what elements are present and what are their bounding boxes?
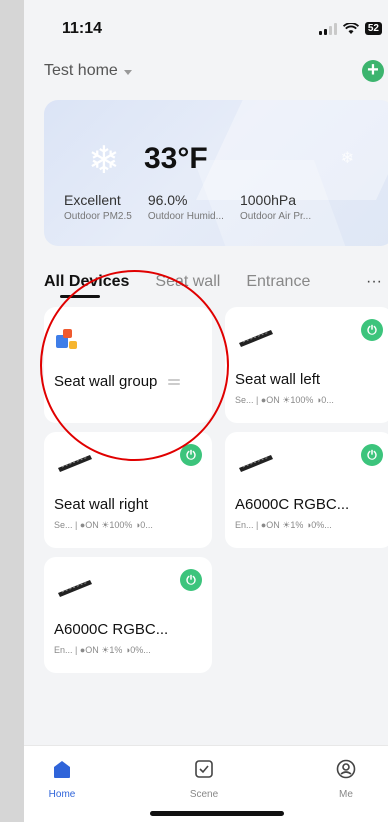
power-button[interactable]: ⏻ <box>180 444 202 466</box>
power-button[interactable]: ⏻ <box>361 444 383 466</box>
stat-pressure: 1000hPa Outdoor Air Pr... <box>239 192 312 222</box>
home-selector[interactable]: Test home <box>44 62 132 80</box>
nav-home[interactable]: Home <box>32 758 92 800</box>
stat-pm25: Excellent Outdoor PM2.5 <box>64 192 132 222</box>
power-button[interactable]: ⏻ <box>180 569 202 591</box>
device-name: Seat wall left <box>235 371 321 388</box>
home-indicator <box>150 811 284 816</box>
status-icons: 52 <box>318 22 382 35</box>
power-button[interactable]: ⏻ <box>361 319 383 341</box>
more-tabs-icon[interactable]: ··· <box>366 273 382 291</box>
device-name: A6000C RGBC... <box>235 496 350 513</box>
add-device-button[interactable]: + <box>362 60 384 82</box>
status-time: 11:14 <box>62 20 103 37</box>
device-name: A6000C RGBC... <box>54 621 169 638</box>
caret-down-icon <box>123 69 132 75</box>
checkbox-icon <box>195 760 213 778</box>
nav-me[interactable]: Me <box>316 758 376 800</box>
user-circle-icon <box>336 759 356 779</box>
annotation-circle <box>40 270 229 461</box>
plus-icon: + <box>367 59 379 81</box>
snowflake-icon: ❄ <box>340 150 354 167</box>
battery-icon: 52 <box>364 22 382 35</box>
nav-scene[interactable]: Scene <box>174 758 234 800</box>
device-status: En... | ●ON ☀1% ◑0%... <box>54 645 151 655</box>
signal-icon <box>318 22 337 35</box>
phone-screen: 11:14 52 Test home + ❄ ❄ 33°F Excellent … <box>24 0 388 822</box>
wifi-icon <box>342 22 359 34</box>
snowflake-icon: ❄ <box>88 140 120 182</box>
device-name: Seat wall right <box>54 496 149 513</box>
device-card-a6000c-2[interactable]: ⏻ A6000C RGBC... En... | ●ON ☀1% ◑0%... <box>44 557 212 673</box>
weather-stats: Excellent Outdoor PM2.5 96.0% Outdoor Hu… <box>64 192 311 222</box>
light-bar-icon <box>58 580 92 597</box>
weather-card[interactable]: ❄ ❄ 33°F Excellent Outdoor PM2.5 96.0% O… <box>44 100 388 246</box>
tab-entrance[interactable]: Entrance <box>246 273 310 291</box>
home-icon <box>54 761 70 778</box>
status-bar: 11:14 52 <box>24 0 388 56</box>
temperature-value: 33°F <box>144 142 208 175</box>
device-card-a6000c-1[interactable]: ⏻ A6000C RGBC... En... | ●ON ☀1% ◑0%... <box>225 432 388 548</box>
device-status: En... | ●ON ☀1% ◑0%... <box>235 520 332 530</box>
light-bar-icon <box>239 330 273 347</box>
device-status: Se... | ●ON ☀100% ◑0... <box>54 520 153 530</box>
light-bar-icon <box>239 455 273 472</box>
device-status: Se... | ●ON ☀100% ◑0... <box>235 395 334 405</box>
light-bar-icon <box>58 455 92 472</box>
device-card-seat-wall-left[interactable]: ⏻ Seat wall left Se... | ●ON ☀100% ◑0... <box>225 307 388 423</box>
home-name: Test home <box>44 62 118 79</box>
stat-humidity: 96.0% Outdoor Humid... <box>147 192 224 222</box>
